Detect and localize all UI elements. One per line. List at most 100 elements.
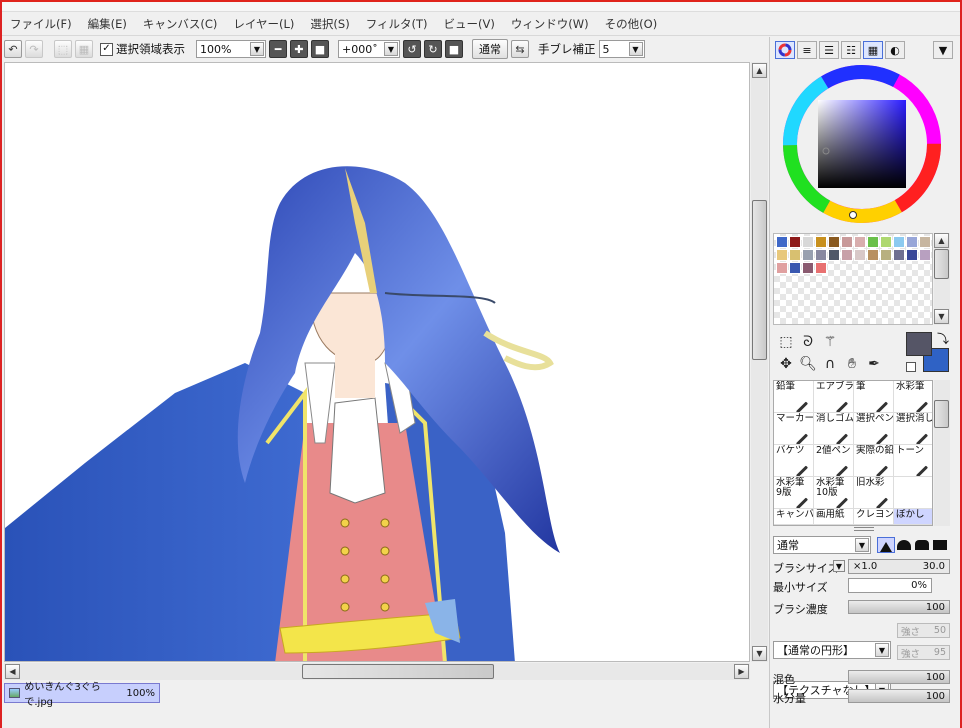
brush-cell[interactable]: バケツ — [774, 445, 814, 477]
palette-swatch[interactable] — [854, 236, 866, 248]
palette-swatch[interactable] — [880, 236, 892, 248]
scroll-right-icon[interactable]: ▶ — [734, 664, 749, 679]
zoom-select[interactable]: 100% ▼ — [196, 40, 266, 58]
palette-swatch[interactable] — [893, 236, 905, 248]
palette-swatch[interactable] — [867, 249, 879, 261]
hand-icon[interactable]: ✋︎ — [842, 354, 862, 374]
brush-shape-select[interactable]: 【通常の円形】 ▼ — [773, 641, 891, 659]
transparent-color-icon[interactable] — [906, 362, 916, 372]
scratchpad-tab-icon[interactable]: ◐ — [885, 41, 905, 59]
menu-window[interactable]: ウィンドウ(W) — [503, 16, 597, 32]
palette-scroll-thumb[interactable] — [934, 249, 949, 279]
palette-swatch[interactable] — [789, 262, 801, 274]
rect-select-icon[interactable]: ⬚ — [776, 332, 796, 352]
palette-swatch[interactable] — [919, 236, 931, 248]
brush-cell[interactable]: 筆 — [854, 381, 894, 413]
brush-shape-soft-icon[interactable] — [915, 540, 929, 550]
brush-cell[interactable]: 水彩筆 10版 — [814, 477, 854, 509]
palette-swatch[interactable] — [867, 236, 879, 248]
brush-cell[interactable] — [894, 477, 932, 509]
brush-cell[interactable]: ぼかし — [894, 509, 932, 525]
zoom-in-icon[interactable]: ✚ — [290, 40, 308, 58]
swatch-tab-icon[interactable]: ▦ — [863, 41, 883, 59]
brush-size-dropdown-icon[interactable]: ▼ — [833, 560, 845, 572]
palette-swatch[interactable] — [880, 249, 892, 261]
menu-select[interactable]: 選択(S) — [302, 16, 357, 32]
palette-swatch[interactable] — [789, 236, 801, 248]
blend-mode-select[interactable]: 通常 ▼ — [773, 536, 871, 554]
palette-swatch[interactable] — [815, 262, 827, 274]
menu-filter[interactable]: フィルタ(T) — [358, 16, 436, 32]
palette-swatch[interactable] — [815, 249, 827, 261]
eyedropper-icon[interactable]: ✒ — [864, 354, 884, 374]
palette-swatch[interactable] — [776, 236, 788, 248]
palette-swatch[interactable] — [919, 249, 931, 261]
palette-swatch[interactable] — [906, 249, 918, 261]
menu-edit[interactable]: 編集(E) — [80, 16, 135, 32]
water-slider[interactable]: 100 — [848, 689, 950, 703]
flip-horizontal-icon[interactable]: ⇆ — [511, 40, 529, 58]
brush-scroll-thumb[interactable] — [934, 400, 949, 428]
palette-swatch[interactable] — [893, 249, 905, 261]
scroll-down-icon[interactable]: ▼ — [934, 309, 949, 324]
brush-size-field[interactable]: ×1.0 30.0 — [848, 559, 950, 574]
scroll-left-icon[interactable]: ◀ — [5, 664, 20, 679]
palette-swatch[interactable] — [802, 249, 814, 261]
palette-swatch[interactable] — [776, 249, 788, 261]
brush-cell[interactable]: トーン — [894, 445, 932, 477]
magic-wand-icon[interactable]: ⚚ — [820, 332, 840, 352]
lasso-icon[interactable]: ᘐ — [798, 332, 818, 352]
rotate-icon[interactable]: ∩ — [820, 354, 840, 374]
brush-cell[interactable]: 鉛筆 — [774, 381, 814, 413]
main-color-swatch[interactable] — [906, 332, 932, 356]
splitter-grip-icon[interactable] — [854, 527, 874, 531]
zoom-reset-icon[interactable]: ■ — [311, 40, 329, 58]
zoom-icon[interactable]: 🔍︎ — [798, 354, 818, 374]
palette-swatch[interactable] — [906, 236, 918, 248]
deselect-icon[interactable]: ⬚ — [54, 40, 72, 58]
scroll-up-icon[interactable]: ▲ — [934, 233, 949, 248]
brush-cell[interactable]: 選択消し — [894, 413, 932, 445]
palette-swatch[interactable] — [841, 249, 853, 261]
brush-cell[interactable]: 画用紙 — [814, 509, 854, 525]
palette-swatch[interactable] — [828, 249, 840, 261]
vertical-scroll-thumb[interactable] — [752, 200, 767, 360]
show-selection-checkbox[interactable]: ✓ — [100, 42, 113, 56]
brush-cell[interactable]: マーカー — [774, 413, 814, 445]
document-tab[interactable]: めいきんぐ3ぐらで.jpg 100% — [4, 682, 160, 708]
palette-scrollbar[interactable]: ▲ ▼ — [934, 233, 950, 325]
rgb-slider-tab-icon[interactable]: ≡ — [797, 41, 817, 59]
brush-cell[interactable]: キャンバス — [774, 509, 814, 525]
brush-shape-round-icon[interactable] — [897, 540, 911, 550]
color-list-tab-icon[interactable]: ☷ — [841, 41, 861, 59]
invert-selection-icon[interactable]: ▦ — [75, 40, 93, 58]
palette-swatch[interactable] — [789, 249, 801, 261]
menu-file[interactable]: ファイル(F) — [2, 16, 80, 32]
menu-layer[interactable]: レイヤー(L) — [225, 16, 302, 32]
brush-cell[interactable]: 消しゴム — [814, 413, 854, 445]
palette-swatch[interactable] — [776, 262, 788, 274]
mix-slider[interactable]: 100 — [848, 670, 950, 684]
menu-other[interactable]: その他(O) — [597, 16, 666, 32]
rotation-select[interactable]: +000˚ ▼ — [338, 40, 400, 58]
redo-icon[interactable]: ↷ — [25, 40, 43, 58]
brush-cell[interactable]: 実際の鉛 — [854, 445, 894, 477]
menu-view[interactable]: ビュー(V) — [435, 16, 502, 32]
brush-scrollbar[interactable] — [934, 380, 950, 526]
vertical-scrollbar[interactable]: ▲ ▼ — [751, 62, 768, 662]
brush-cell[interactable]: 2値ペン — [814, 445, 854, 477]
palette-swatch[interactable] — [802, 236, 814, 248]
density-slider[interactable]: 100 — [848, 600, 950, 614]
move-icon[interactable]: ✥ — [776, 354, 796, 374]
rotate-reset-icon[interactable]: ■ — [445, 40, 463, 58]
horizontal-scroll-thumb[interactable] — [302, 664, 494, 679]
palette-swatch[interactable] — [828, 236, 840, 248]
hsv-slider-tab-icon[interactable]: ☰ — [819, 41, 839, 59]
min-size-field[interactable]: 0% — [848, 578, 932, 593]
stabilizer-select[interactable]: 5 ▼ — [598, 40, 645, 58]
brush-cell[interactable]: エアブラシ — [814, 381, 854, 413]
palette-swatch[interactable] — [815, 236, 827, 248]
brush-shape-flat-icon[interactable] — [933, 540, 947, 550]
brush-cell[interactable]: 水彩筆 9版 — [774, 477, 814, 509]
color-palette[interactable] — [773, 233, 933, 325]
